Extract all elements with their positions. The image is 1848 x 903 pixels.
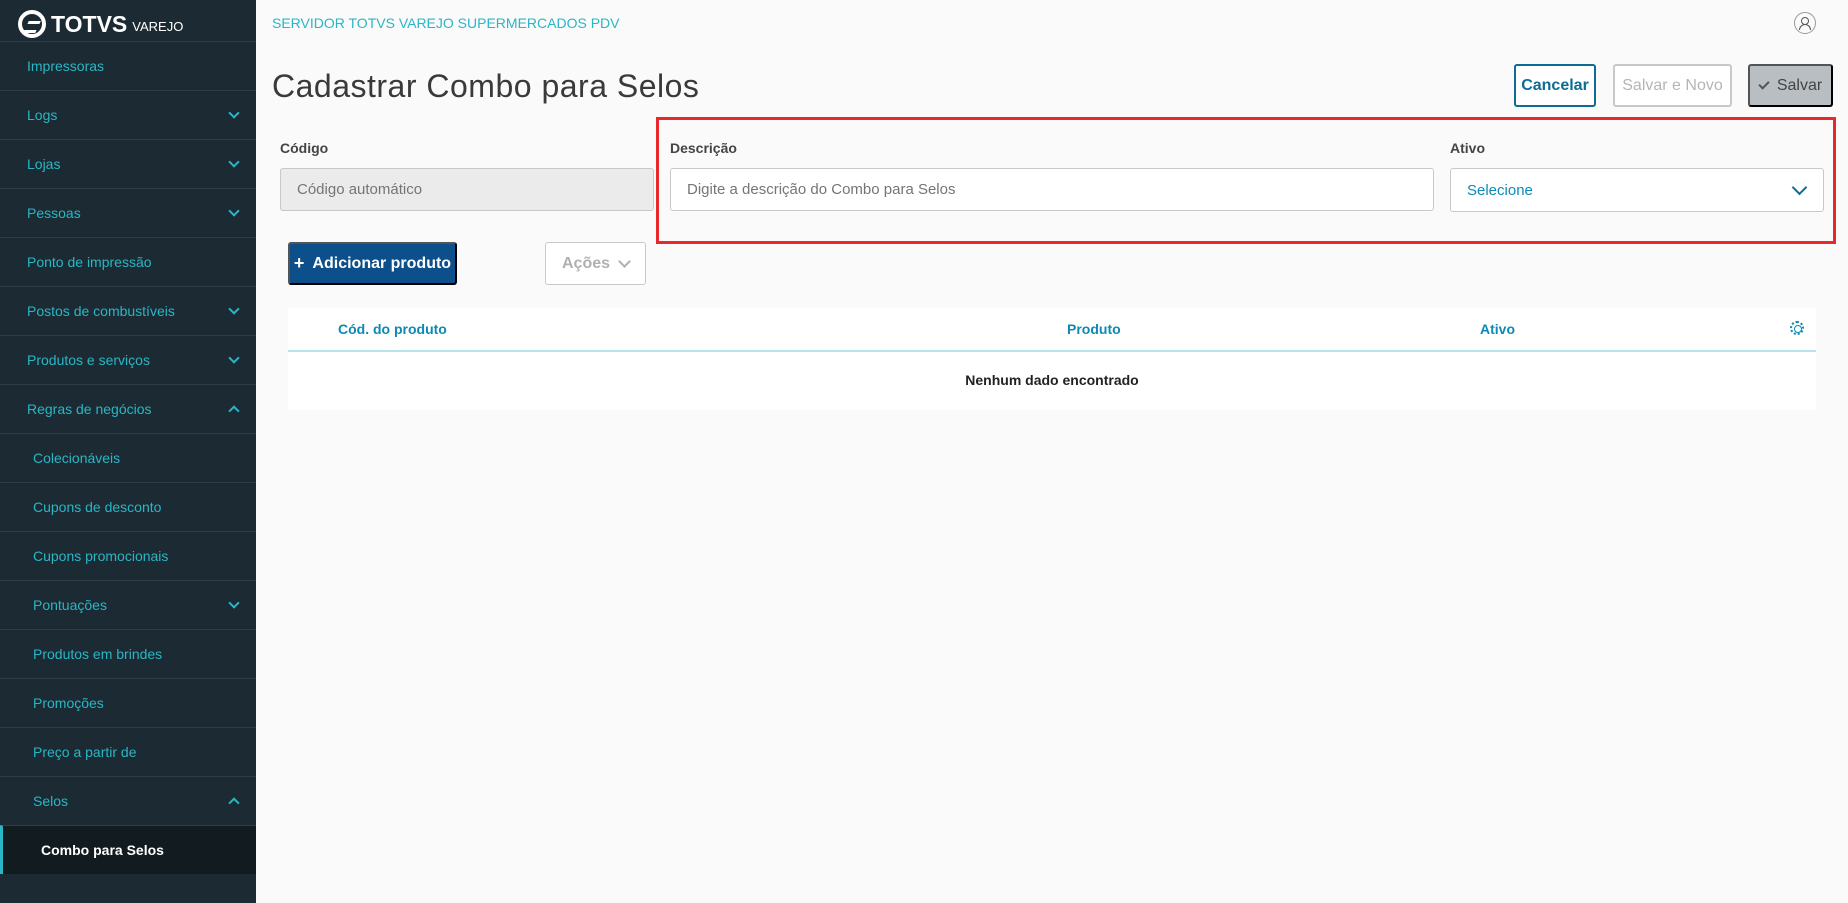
brand-name: TOTVS [51,10,128,37]
add-product-button[interactable]: + Adicionar produto [288,242,457,285]
sidebar-item[interactable]: Impressoras [0,41,256,90]
column-header-codigo[interactable]: Cód. do produto [338,321,447,337]
sidebar-item-label: Produtos em brindes [33,646,163,662]
empty-message: Nenhum dado encontrado [965,372,1139,388]
add-product-label: Adicionar produto [312,254,452,272]
products-table: Cód. do produto Produto Ativo Nenhum dad… [288,308,1816,410]
sidebar-item[interactable]: Logs [0,90,256,139]
sidebar-item[interactable]: Colecionáveis [0,433,256,482]
cancel-button[interactable]: Cancelar [1514,64,1596,107]
ativo-select[interactable]: Selecione [1450,168,1824,212]
sidebar-item[interactable]: Postos de combustíveis [0,286,256,335]
descricao-label: Descrição [670,140,737,156]
sidebar-item-label: Combo para Selos [41,842,164,858]
sidebar-item-label: Impressoras [27,58,105,74]
sidebar-item[interactable]: Lojas [0,139,256,188]
sidebar-item[interactable]: Cupons promocionais [0,531,256,580]
chevron-down-icon [228,597,240,609]
user-icon[interactable] [1794,12,1816,34]
chevron-down-icon [618,254,631,268]
sidebar-item[interactable]: Pontuações [0,580,256,629]
actions-label: Ações [561,254,611,272]
sidebar-item[interactable]: Ponto de impressão [0,237,256,286]
sidebar-item[interactable]: Regras de negócios [0,384,256,433]
sidebar-item[interactable]: Pessoas [0,188,256,237]
descricao-input[interactable] [670,168,1434,211]
server-name: SERVIDOR TOTVS VAREJO SUPERMERCADOS PDV [272,15,620,31]
sidebar-item-label: Promoções [33,695,104,711]
sidebar-item-label: Pessoas [27,205,81,221]
ativo-select-value: Selecione [1467,181,1533,199]
sidebar-item-label: Lojas [27,156,61,172]
check-icon [1758,78,1770,90]
chevron-down-icon [1791,179,1808,195]
chevron-up-icon [228,797,240,809]
brand-sub: VAREJO [132,18,184,34]
gear-icon[interactable] [1790,321,1804,335]
save-label: Salvar [1776,76,1823,94]
sidebar-item-label: Cupons de desconto [33,499,162,515]
column-header-produto[interactable]: Produto [1067,321,1121,337]
chevron-down-icon [228,107,240,119]
sidebar-item[interactable]: Combo para Selos [0,825,256,874]
sidebar-item[interactable]: Promoções [0,678,256,727]
sidebar-item-label: Ponto de impressão [27,254,152,270]
table-header: Cód. do produto Produto Ativo [288,308,1816,352]
save-button[interactable]: Salvar [1748,64,1833,107]
sidebar-item-label: Colecionáveis [33,450,121,466]
sidebar-item-label: Preço a partir de [33,744,137,760]
sidebar-nav: Impressoras Logs Lojas Pessoas Ponto de impr… [0,41,256,874]
save-and-new-button[interactable]: Salvar e Novo [1613,64,1732,107]
main-content: SERVIDOR TOTVS VAREJO SUPERMERCADOS PDV … [256,0,1848,903]
sidebar-item-label: Selos [33,793,69,809]
chevron-down-icon [228,352,240,364]
sidebar-item-label: Postos de combustíveis [27,303,175,319]
column-header-ativo[interactable]: Ativo [1480,321,1515,337]
sidebar-item-label: Logs [27,107,58,123]
chevron-up-icon [228,405,240,417]
codigo-label: Código [280,140,329,156]
totvs-logo-icon [18,10,46,38]
plus-icon: + [293,253,305,273]
chevron-down-icon [228,156,240,168]
chevron-down-icon [228,205,240,217]
sidebar-item[interactable]: Produtos e serviços [0,335,256,384]
sidebar-item[interactable]: Preço a partir de [0,727,256,776]
sidebar-item[interactable]: Cupons de desconto [0,482,256,531]
sidebar-item-label: Regras de negócios [27,401,152,417]
sidebar-item-label: Cupons promocionais [33,548,169,564]
actions-dropdown-button[interactable]: Ações [545,242,646,285]
sidebar-item[interactable]: Selos [0,776,256,825]
ativo-label: Ativo [1450,140,1485,156]
sidebar-item-label: Produtos e serviços [27,352,150,368]
page-title: Cadastrar Combo para Selos [272,68,700,104]
chevron-down-icon [228,303,240,315]
sidebar-item[interactable]: Produtos em brindes [0,629,256,678]
sidebar-item-label: Pontuações [33,597,107,613]
codigo-input [280,168,654,211]
top-bar: SERVIDOR TOTVS VAREJO SUPERMERCADOS PDV [256,0,1848,46]
sidebar: TOTVS VAREJO Impressoras Logs Lojas Pessoas… [0,0,256,903]
